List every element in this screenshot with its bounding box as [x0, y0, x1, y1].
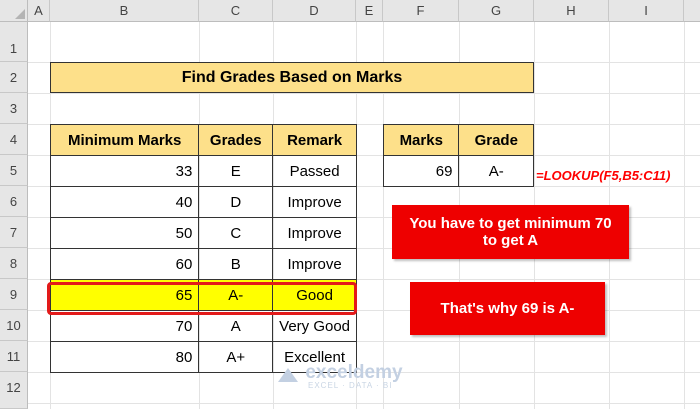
- cell-grade[interactable]: D: [198, 186, 274, 218]
- column-header-g[interactable]: G: [459, 0, 534, 22]
- watermark-name: exceldemy: [305, 362, 403, 383]
- header-grade[interactable]: Grade: [458, 124, 534, 156]
- watermark-logo-icon: [278, 367, 298, 382]
- cell-marks[interactable]: 80: [49, 341, 200, 373]
- row-header-5[interactable]: 5: [0, 155, 28, 186]
- row-header-10[interactable]: 10: [0, 310, 28, 341]
- table-row: 33 E Passed: [49, 155, 357, 187]
- watermark: exceldemy EXCEL · DATA · BI: [278, 362, 403, 390]
- row-header-6[interactable]: 6: [0, 186, 28, 217]
- table-row: 40 D Improve: [49, 186, 357, 218]
- column-header-h[interactable]: H: [534, 0, 609, 22]
- row-header-12[interactable]: 12: [0, 372, 28, 409]
- column-header-i[interactable]: I: [609, 0, 684, 22]
- cell-remark[interactable]: Improve: [272, 248, 357, 280]
- header-marks[interactable]: Marks: [382, 124, 460, 156]
- watermark-tagline: EXCEL · DATA · BI: [308, 381, 393, 390]
- sheet-title[interactable]: Find Grades Based on Marks: [50, 62, 534, 93]
- cell-grade[interactable]: E: [198, 155, 274, 187]
- table-row: 69 A-: [382, 155, 534, 187]
- column-header-f[interactable]: F: [383, 0, 459, 22]
- row-header-7[interactable]: 7: [0, 217, 28, 248]
- row-header-1[interactable]: 1: [0, 22, 28, 62]
- select-all-corner[interactable]: [0, 0, 28, 22]
- column-header-overflow: [684, 0, 700, 22]
- row-header-2[interactable]: 2: [0, 62, 28, 93]
- table-row: 60 B Improve: [49, 248, 357, 280]
- cell-marks[interactable]: 70: [49, 310, 200, 342]
- column-header-c[interactable]: C: [199, 0, 273, 22]
- header-minimum-marks[interactable]: Minimum Marks: [49, 124, 200, 156]
- formula-annotation: =LOOKUP(F5,B5:C11): [536, 168, 671, 183]
- cell-grade[interactable]: A: [198, 310, 274, 342]
- grid-line: [28, 403, 700, 404]
- row-header-11[interactable]: 11: [0, 341, 28, 372]
- column-header-a[interactable]: A: [28, 0, 50, 22]
- row-header-3[interactable]: 3: [0, 93, 28, 124]
- cell-grade[interactable]: A+: [198, 341, 274, 373]
- column-header-e[interactable]: E: [356, 0, 383, 22]
- cell-marks[interactable]: 50: [49, 217, 200, 249]
- row-header-8[interactable]: 8: [0, 248, 28, 279]
- grid-line: [28, 93, 700, 94]
- table-row: 50 C Improve: [49, 217, 357, 249]
- column-header-d[interactable]: D: [273, 0, 356, 22]
- cell-input-marks[interactable]: 69: [382, 155, 460, 187]
- callout-minimum-70: You have to get minimum 70 to get A: [392, 205, 629, 259]
- row-header-4[interactable]: 4: [0, 124, 28, 155]
- cell-remark[interactable]: Very Good: [272, 310, 357, 342]
- cell-result-grade[interactable]: A-: [458, 155, 534, 187]
- grade-table: Minimum Marks Grades Remark 33 E Passed …: [49, 124, 357, 373]
- cell-grade[interactable]: C: [198, 217, 274, 249]
- cell-remark[interactable]: Improve: [272, 186, 357, 218]
- row-header-9[interactable]: 9: [0, 279, 28, 310]
- cell-marks[interactable]: 33: [49, 155, 200, 187]
- cell-marks[interactable]: 60: [49, 248, 200, 280]
- grid-line: [684, 22, 685, 409]
- callout-69-is-a-minus: That's why 69 is A-: [410, 282, 605, 335]
- header-grades[interactable]: Grades: [198, 124, 274, 156]
- cell-grade[interactable]: B: [198, 248, 274, 280]
- column-header-b[interactable]: B: [50, 0, 199, 22]
- table-row: 70 A Very Good: [49, 310, 357, 342]
- header-remark[interactable]: Remark: [272, 124, 357, 156]
- cell-remark[interactable]: Improve: [272, 217, 357, 249]
- cell-remark[interactable]: Passed: [272, 155, 357, 187]
- cell-marks[interactable]: 40: [49, 186, 200, 218]
- lookup-table: Marks Grade 69 A-: [382, 124, 534, 187]
- highlight-outline: [47, 282, 357, 315]
